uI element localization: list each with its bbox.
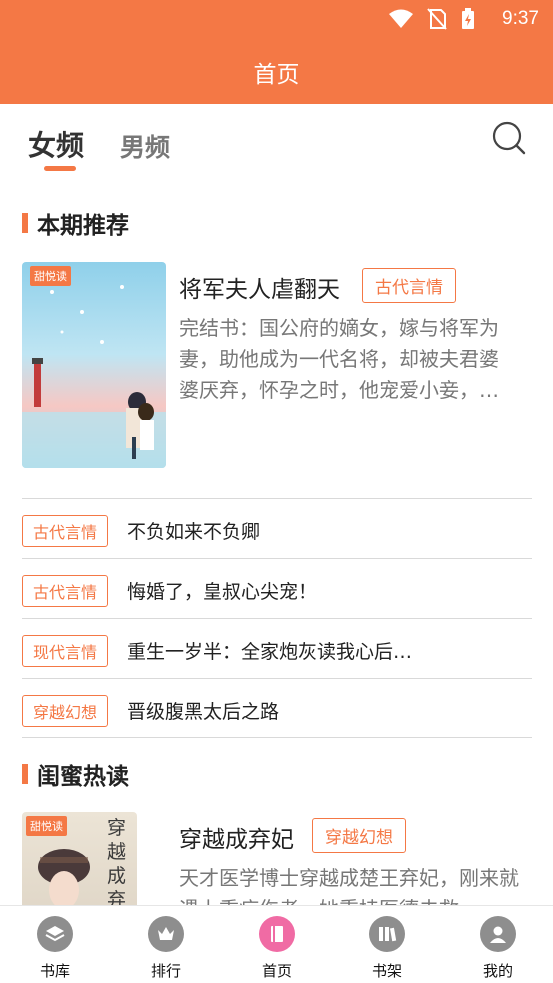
book-title[interactable]: 将军夫人虐翻天 [179, 270, 340, 304]
genre-tag[interactable]: 古代言情 [22, 575, 109, 607]
status-bar: 9:37 [0, 0, 553, 38]
nav-label: 我的 [482, 962, 513, 980]
section-title-recommend: 本期推荐 [22, 206, 129, 240]
genre-tag[interactable]: 穿越幻想 [312, 818, 406, 853]
book-description: 完结书：国公府的嫡女，嫁与将军为妻，助他成为一代名将，却被夫君婆婆厌弃，怀孕之时… [179, 316, 499, 402]
status-icons [389, 8, 475, 30]
nav-label: 排行 [150, 962, 181, 980]
featured-book[interactable]: 甜悦读 将军夫人虐翻天 古代言情 完结书：国公府的嫡女，嫁与将军为妻，助他成为一… [22, 262, 532, 472]
list-item[interactable]: 古代言情 不负如来不负卿 [22, 498, 532, 558]
status-time: 9:37 [502, 8, 539, 29]
book-cover[interactable]: 甜悦读 [22, 262, 166, 468]
section-title-text: 本期推荐 [37, 213, 129, 239]
book-cover[interactable]: 甜悦读 穿越成弃 [22, 812, 137, 905]
book-description: 天才医学博士穿越成楚王弃妃，刚来就遇上重症伤者，她秉持医德去救 [179, 866, 519, 905]
tab-male[interactable]: 男频 [120, 128, 170, 164]
channel-tabs: 女频 男频 [0, 118, 553, 178]
battery-charging-icon [462, 8, 474, 29]
cover-illustration [38, 849, 90, 905]
book-title[interactable]: 悔婚了，皇叔心尖宠！ [127, 577, 317, 604]
layers-icon [37, 916, 73, 952]
genre-tag[interactable]: 古代言情 [362, 268, 456, 303]
genre-tag[interactable]: 现代言情 [22, 635, 109, 667]
nav-item-ranking[interactable]: 排行 [126, 916, 206, 981]
cover-illustration [22, 285, 166, 468]
book-title[interactable]: 不负如来不负卿 [127, 517, 260, 544]
nav-item-home[interactable]: 首页 [237, 916, 317, 981]
page-title: 首页 [253, 62, 300, 88]
list-item[interactable]: 古代言情 悔婚了，皇叔心尖宠！ [22, 558, 532, 618]
section-title-text: 闺蜜热读 [37, 764, 129, 790]
crown-icon [148, 916, 184, 952]
section-accent-bar [22, 764, 28, 784]
tab-female[interactable]: 女频 [28, 124, 84, 164]
nav-label: 书库 [39, 962, 70, 980]
search-icon[interactable] [491, 120, 527, 156]
active-tab-indicator [44, 166, 76, 171]
genre-tag[interactable]: 穿越幻想 [22, 695, 109, 727]
bottom-nav: 书库 排行 首页 书架 我的 [0, 905, 553, 983]
book-title[interactable]: 晋级腹黑太后之路 [127, 697, 279, 724]
nav-item-profile[interactable]: 我的 [458, 916, 538, 981]
section-title-hot-reads: 闺蜜热读 [22, 757, 129, 791]
book-icon [259, 916, 295, 952]
app-header: 9:37 首页 [0, 0, 553, 104]
list-item[interactable]: 穿越幻想 晋级腹黑太后之路 [22, 678, 532, 738]
nav-label: 首页 [261, 962, 292, 980]
featured-book-2[interactable]: 甜悦读 穿越成弃 穿越成弃妃 穿越幻想 天才医学博士穿越成楚王弃妃，刚来就遇上重… [22, 812, 532, 905]
nav-item-library[interactable]: 书库 [15, 916, 95, 981]
list-item[interactable]: 现代言情 重生一岁半：全家炮灰读我心后… [22, 618, 532, 678]
nav-item-bookshelf[interactable]: 书架 [347, 916, 427, 981]
wifi-icon [389, 9, 413, 28]
section-accent-bar [22, 213, 28, 233]
nav-label: 书架 [371, 962, 402, 980]
no-sim-icon [427, 8, 447, 30]
book-title[interactable]: 穿越成弃妃 [179, 820, 294, 854]
genre-tag[interactable]: 古代言情 [22, 515, 109, 547]
book-title[interactable]: 重生一岁半：全家炮灰读我心后… [127, 637, 412, 664]
user-icon [480, 916, 516, 952]
bookshelf-icon [369, 916, 405, 952]
